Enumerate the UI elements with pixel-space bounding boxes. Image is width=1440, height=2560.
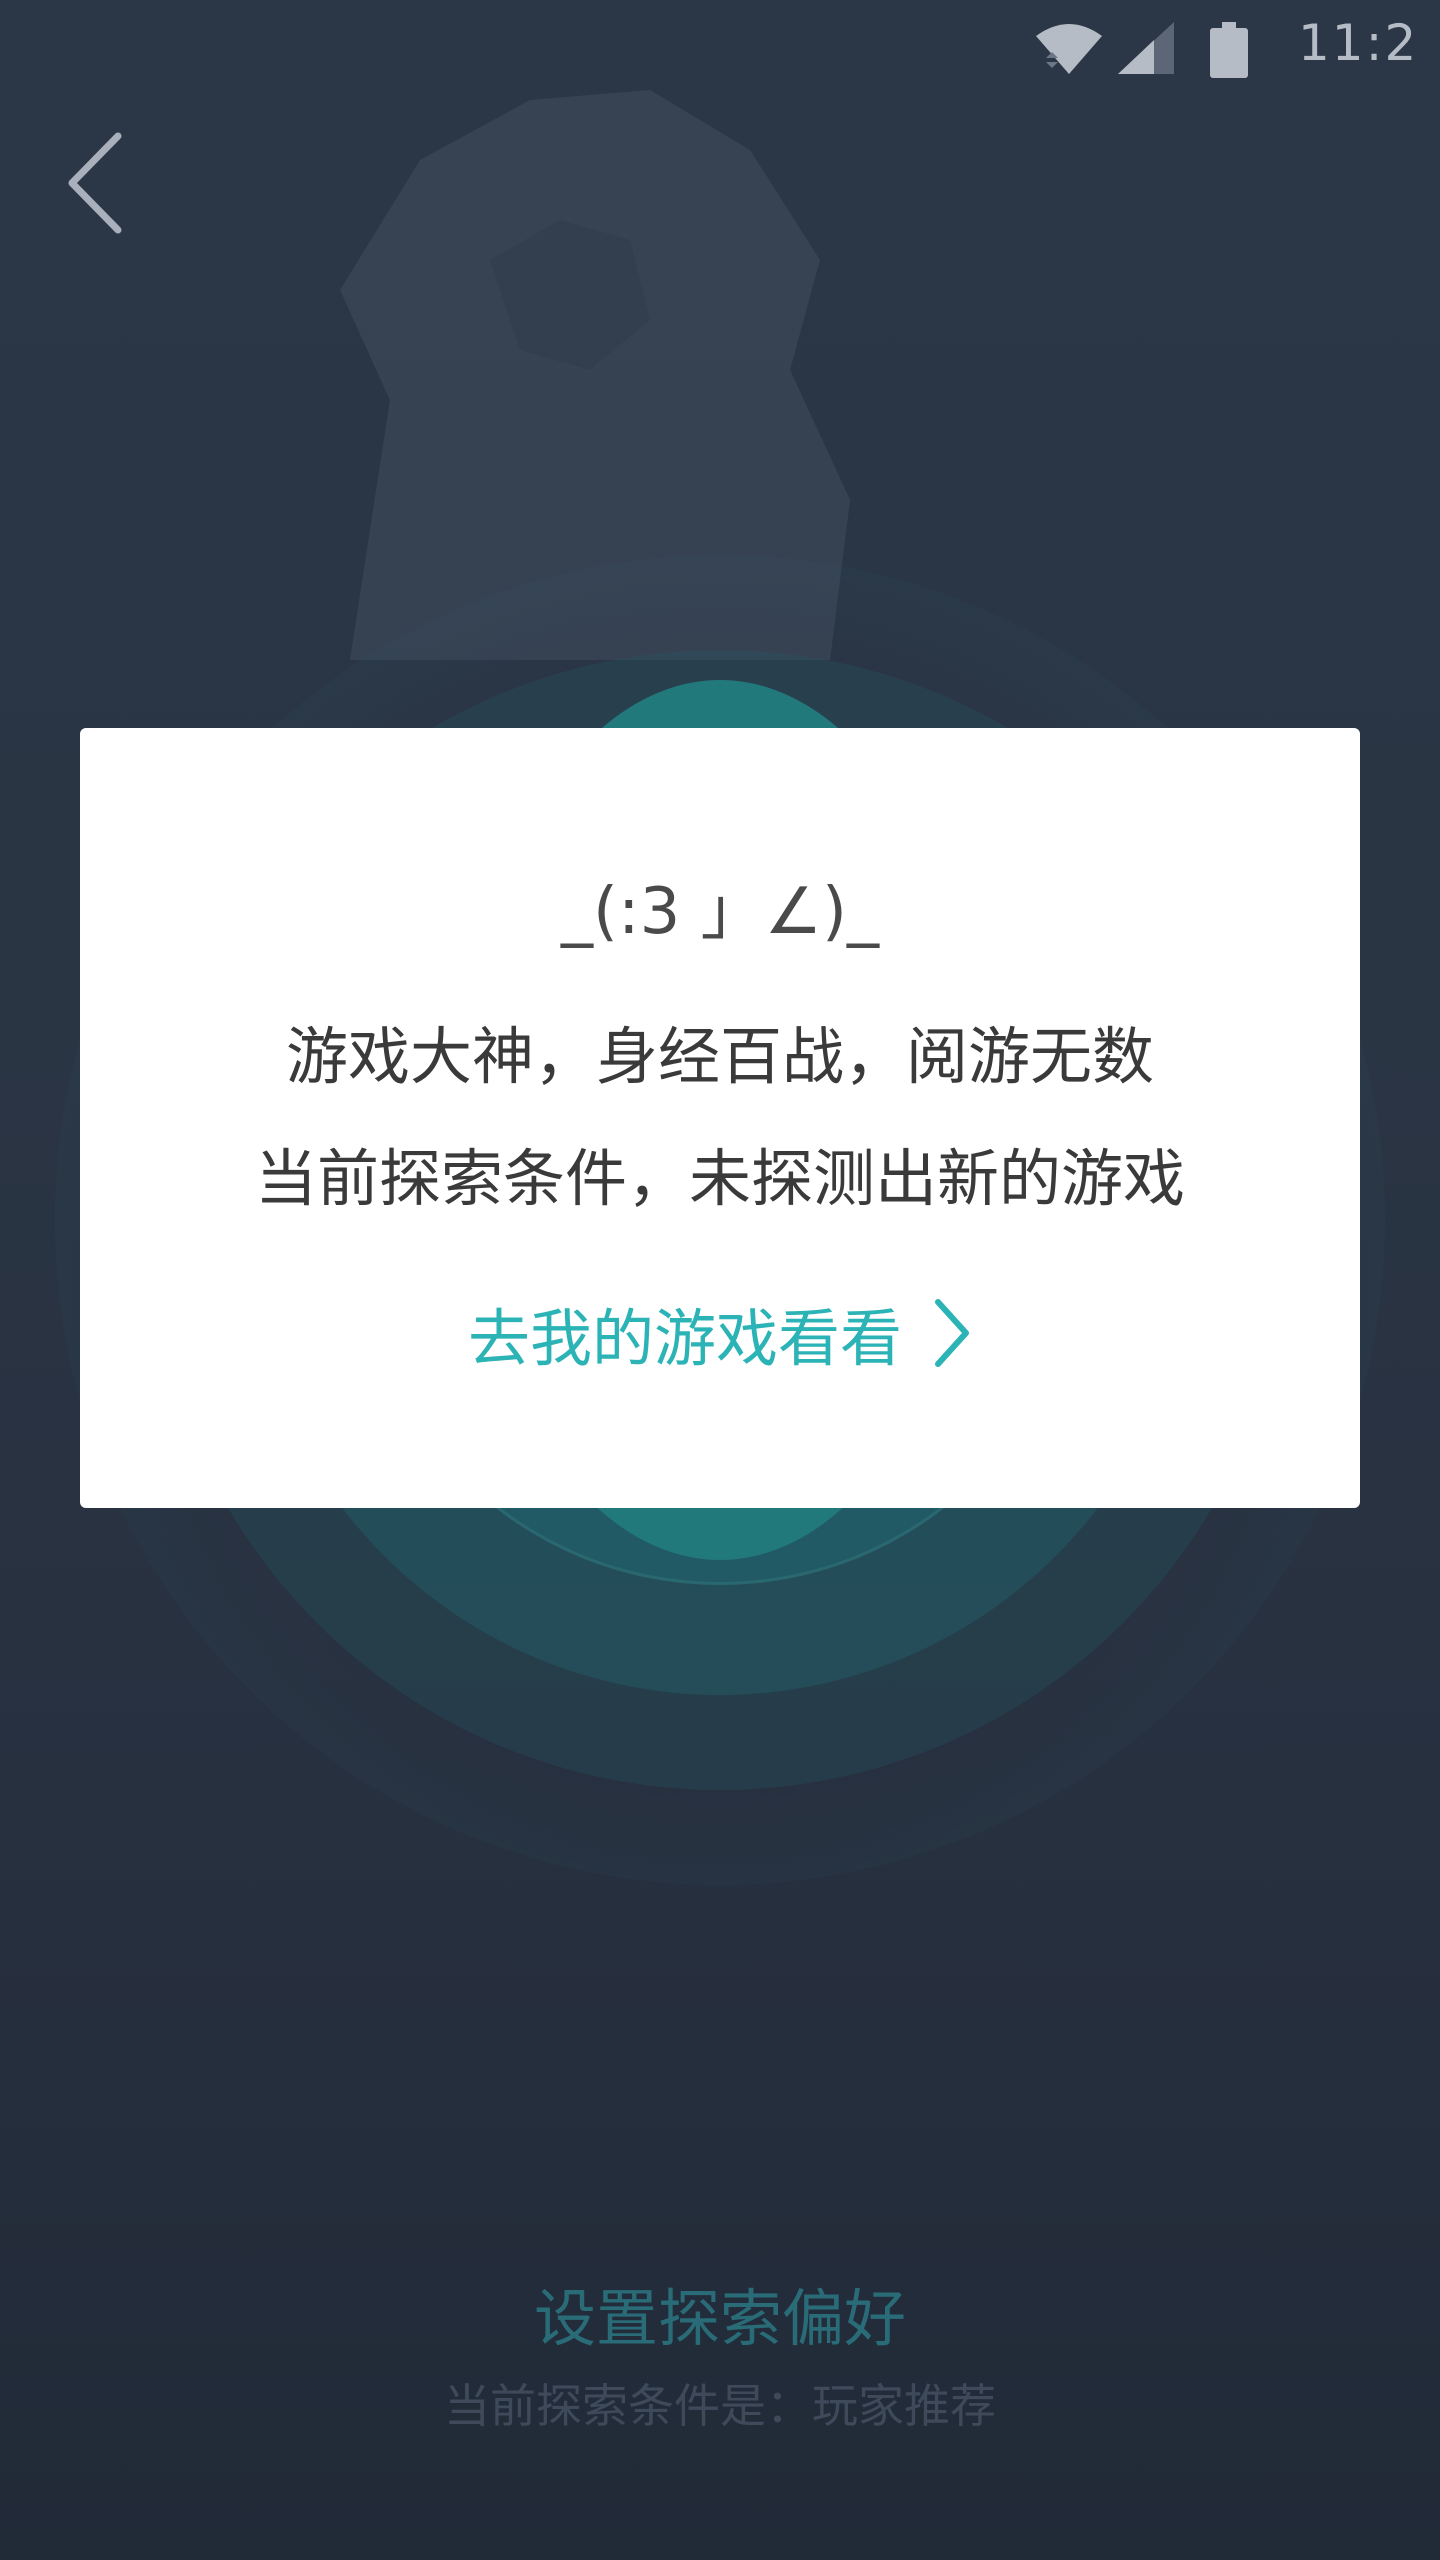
- empty-result-dialog: _(:3 」∠)_ 游戏大神，身经百战，阅游无数 当前探索条件，未探测出新的游戏…: [80, 728, 1360, 1508]
- dialog-message-line-1: 游戏大神，身经百战，阅游无数: [285, 1020, 1154, 1093]
- status-bar: 11:2: [0, 0, 1440, 100]
- my-games-link-label: 去我的游戏看看: [467, 1302, 902, 1375]
- status-time: 11:2: [1298, 14, 1419, 72]
- chevron-left-icon: [68, 132, 122, 234]
- battery-icon: [1210, 22, 1248, 78]
- chevron-right-icon: [935, 1299, 969, 1367]
- set-preferences-button[interactable]: 设置探索偏好: [0, 2268, 1440, 2358]
- current-condition-text: 当前探索条件是：玩家推荐: [444, 2379, 996, 2433]
- dialog-emoticon: _(:3 」∠)_: [561, 875, 879, 949]
- back-button[interactable]: [60, 128, 150, 248]
- my-games-link[interactable]: 去我的游戏看看: [80, 1288, 1360, 1378]
- cell-signal-icon: [1118, 22, 1174, 74]
- dialog-message-line-2: 当前探索条件，未探测出新的游戏: [254, 1142, 1185, 1215]
- wifi-icon: [1036, 24, 1102, 74]
